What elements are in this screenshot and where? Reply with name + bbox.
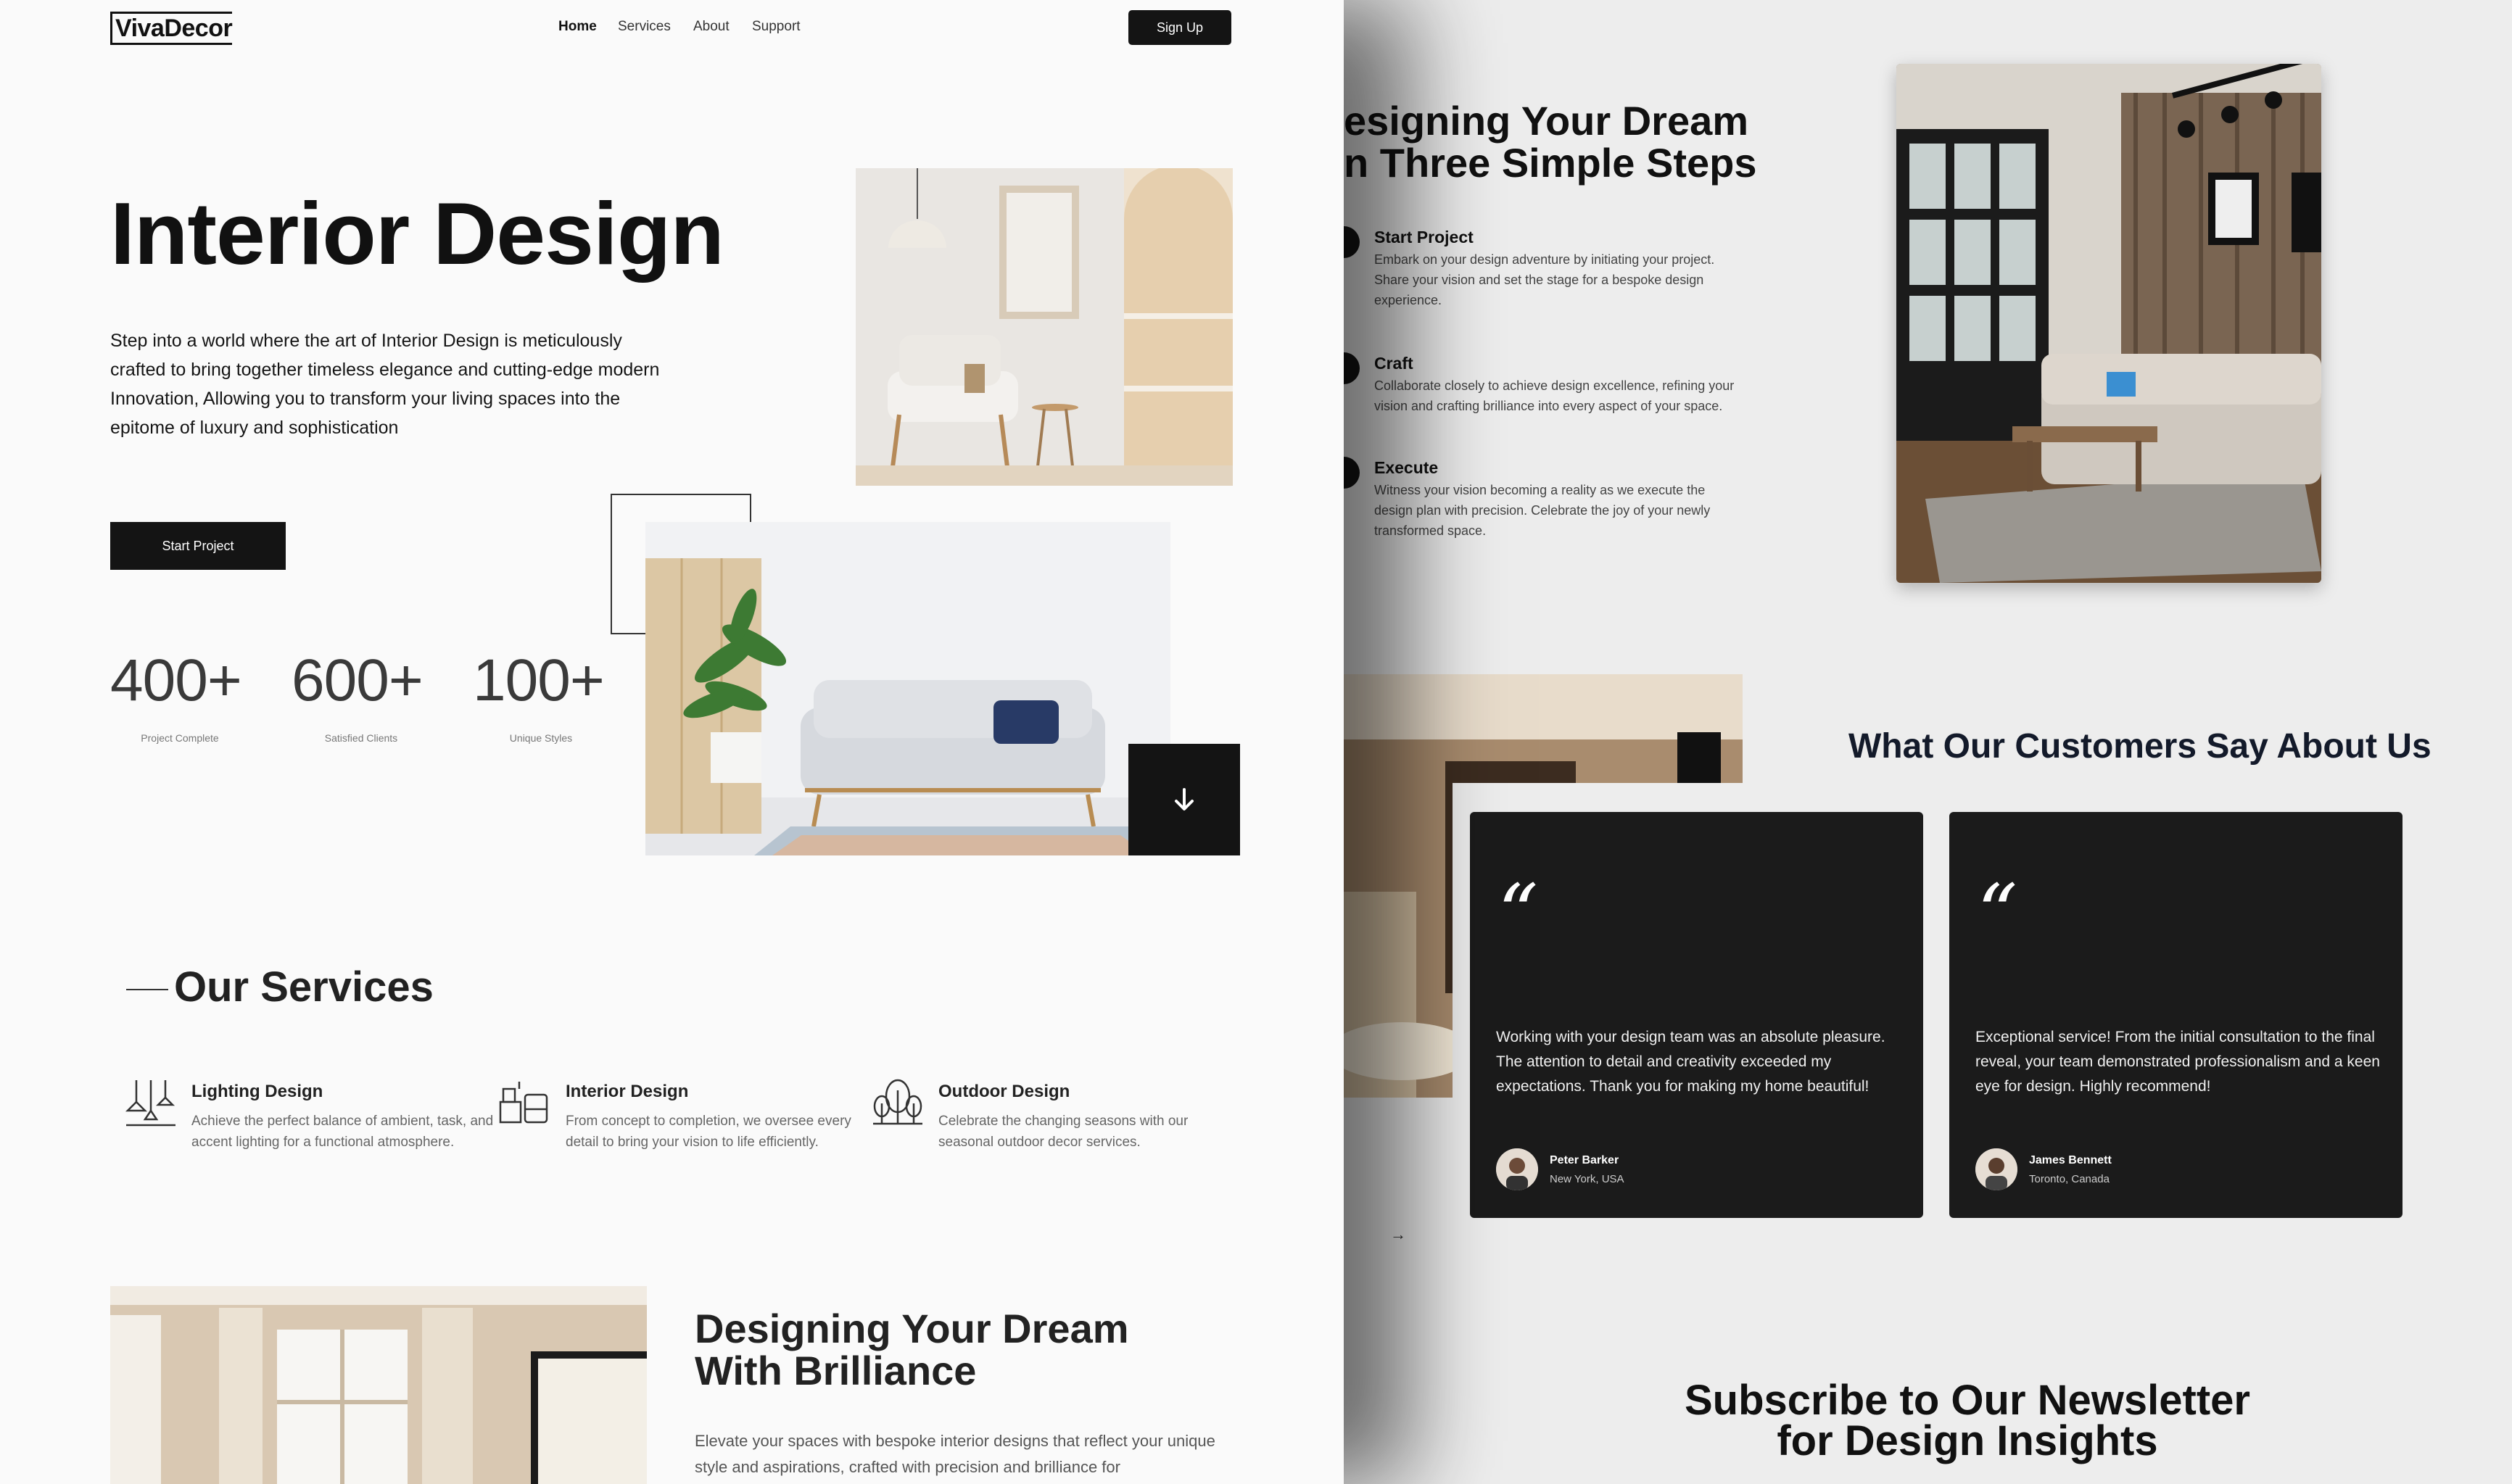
service-desc-outdoor: Celebrate the changing seasons with our …	[938, 1114, 1189, 1150]
service-desc-lighting: Achieve the perfect balance of ambient, …	[191, 1114, 494, 1150]
testimonial-location: New York, USA	[1550, 1173, 1624, 1185]
logo[interactable]: VivaDecor	[110, 12, 233, 45]
testimonial-card: “ Working with your design team was an a…	[1470, 812, 1923, 1218]
sign-up-button[interactable]: Sign Up	[1128, 10, 1231, 45]
left-page: VivaDecor Home Services About Support Si…	[0, 0, 1344, 1484]
steps-title: esigning Your Dream n Three Simple Steps	[1344, 98, 1757, 186]
service-title-interior: Interior Design	[566, 1082, 689, 1101]
brilliance-title: Designing Your Dream With Brilliance	[695, 1306, 1129, 1393]
furniture-icon	[497, 1080, 550, 1130]
service-desc-interior: From concept to completion, we oversee e…	[566, 1114, 851, 1150]
newsletter-title: Subscribe to Our Newsletter for Design I…	[1685, 1377, 2250, 1464]
step-desc-start-project: Embark on your design adventure by initi…	[1374, 252, 1715, 307]
services-title: Our Services	[174, 963, 434, 1011]
stat-projects-label: Project Complete	[141, 732, 219, 744]
testimonial-name: Peter Barker	[1550, 1154, 1619, 1166]
testimonial-text: Exceptional service! From the initial co…	[1975, 1029, 2380, 1095]
stat-clients-label: Satisfied Clients	[324, 732, 398, 744]
living-room-photo	[1896, 64, 2321, 583]
quote-icon: “	[1497, 867, 1539, 960]
nav-services[interactable]: Services	[618, 19, 671, 35]
bedroom-photo	[110, 1286, 647, 1484]
trees-icon	[872, 1077, 924, 1130]
start-project-button[interactable]: Start Project	[110, 522, 286, 570]
step-desc-craft: Collaborate closely to achieve design ex…	[1374, 378, 1735, 413]
step-title-craft: Craft	[1374, 354, 1413, 373]
testimonial-text: Working with your design team was an abs…	[1496, 1029, 1885, 1095]
step-title-start-project: Start Project	[1374, 228, 1474, 246]
brilliance-description: Elevate your spaces with bespoke interio…	[695, 1432, 1215, 1476]
nav-home[interactable]: Home	[558, 19, 597, 35]
service-title-lighting: Lighting Design	[191, 1082, 323, 1101]
step-title-execute: Execute	[1374, 458, 1439, 477]
hero-title: Interior Design	[110, 184, 724, 283]
step-desc-execute: Witness your vision becoming a reality a…	[1374, 483, 1711, 538]
stat-styles-label: Unique Styles	[509, 732, 573, 744]
hero-chair-photo	[856, 168, 1233, 486]
hero-sofa-photo	[645, 522, 1170, 855]
services-title-rule	[126, 989, 168, 990]
avatar	[1975, 1148, 2017, 1190]
stat-projects: 400+	[110, 647, 242, 713]
carousel-next-arrow-icon[interactable]: →	[1390, 1225, 1406, 1244]
quote-icon: “	[1977, 867, 2018, 960]
testimonials-title: What Our Customers Say About Us	[1848, 727, 2432, 766]
scroll-down-button[interactable]	[1128, 744, 1240, 855]
arrow-down-icon	[1175, 788, 1194, 811]
testimonial-card: “ Exceptional service! From the initial …	[1949, 812, 2402, 1218]
nav-support[interactable]: Support	[752, 19, 801, 35]
testimonial-name: James Bennett	[2029, 1154, 2112, 1166]
pendant-lights-icon	[125, 1080, 177, 1130]
testimonial-location: Toronto, Canada	[2029, 1173, 2110, 1185]
hero-description: Step into a world where the art of Inter…	[110, 331, 660, 438]
service-title-outdoor: Outdoor Design	[938, 1082, 1070, 1101]
stat-clients: 600+	[292, 647, 424, 713]
stat-styles: 100+	[473, 647, 605, 713]
right-page-preview: esigning Your Dream n Three Simple Steps…	[1328, 0, 2512, 1484]
nav-about[interactable]: About	[693, 19, 730, 35]
avatar	[1496, 1148, 1538, 1190]
